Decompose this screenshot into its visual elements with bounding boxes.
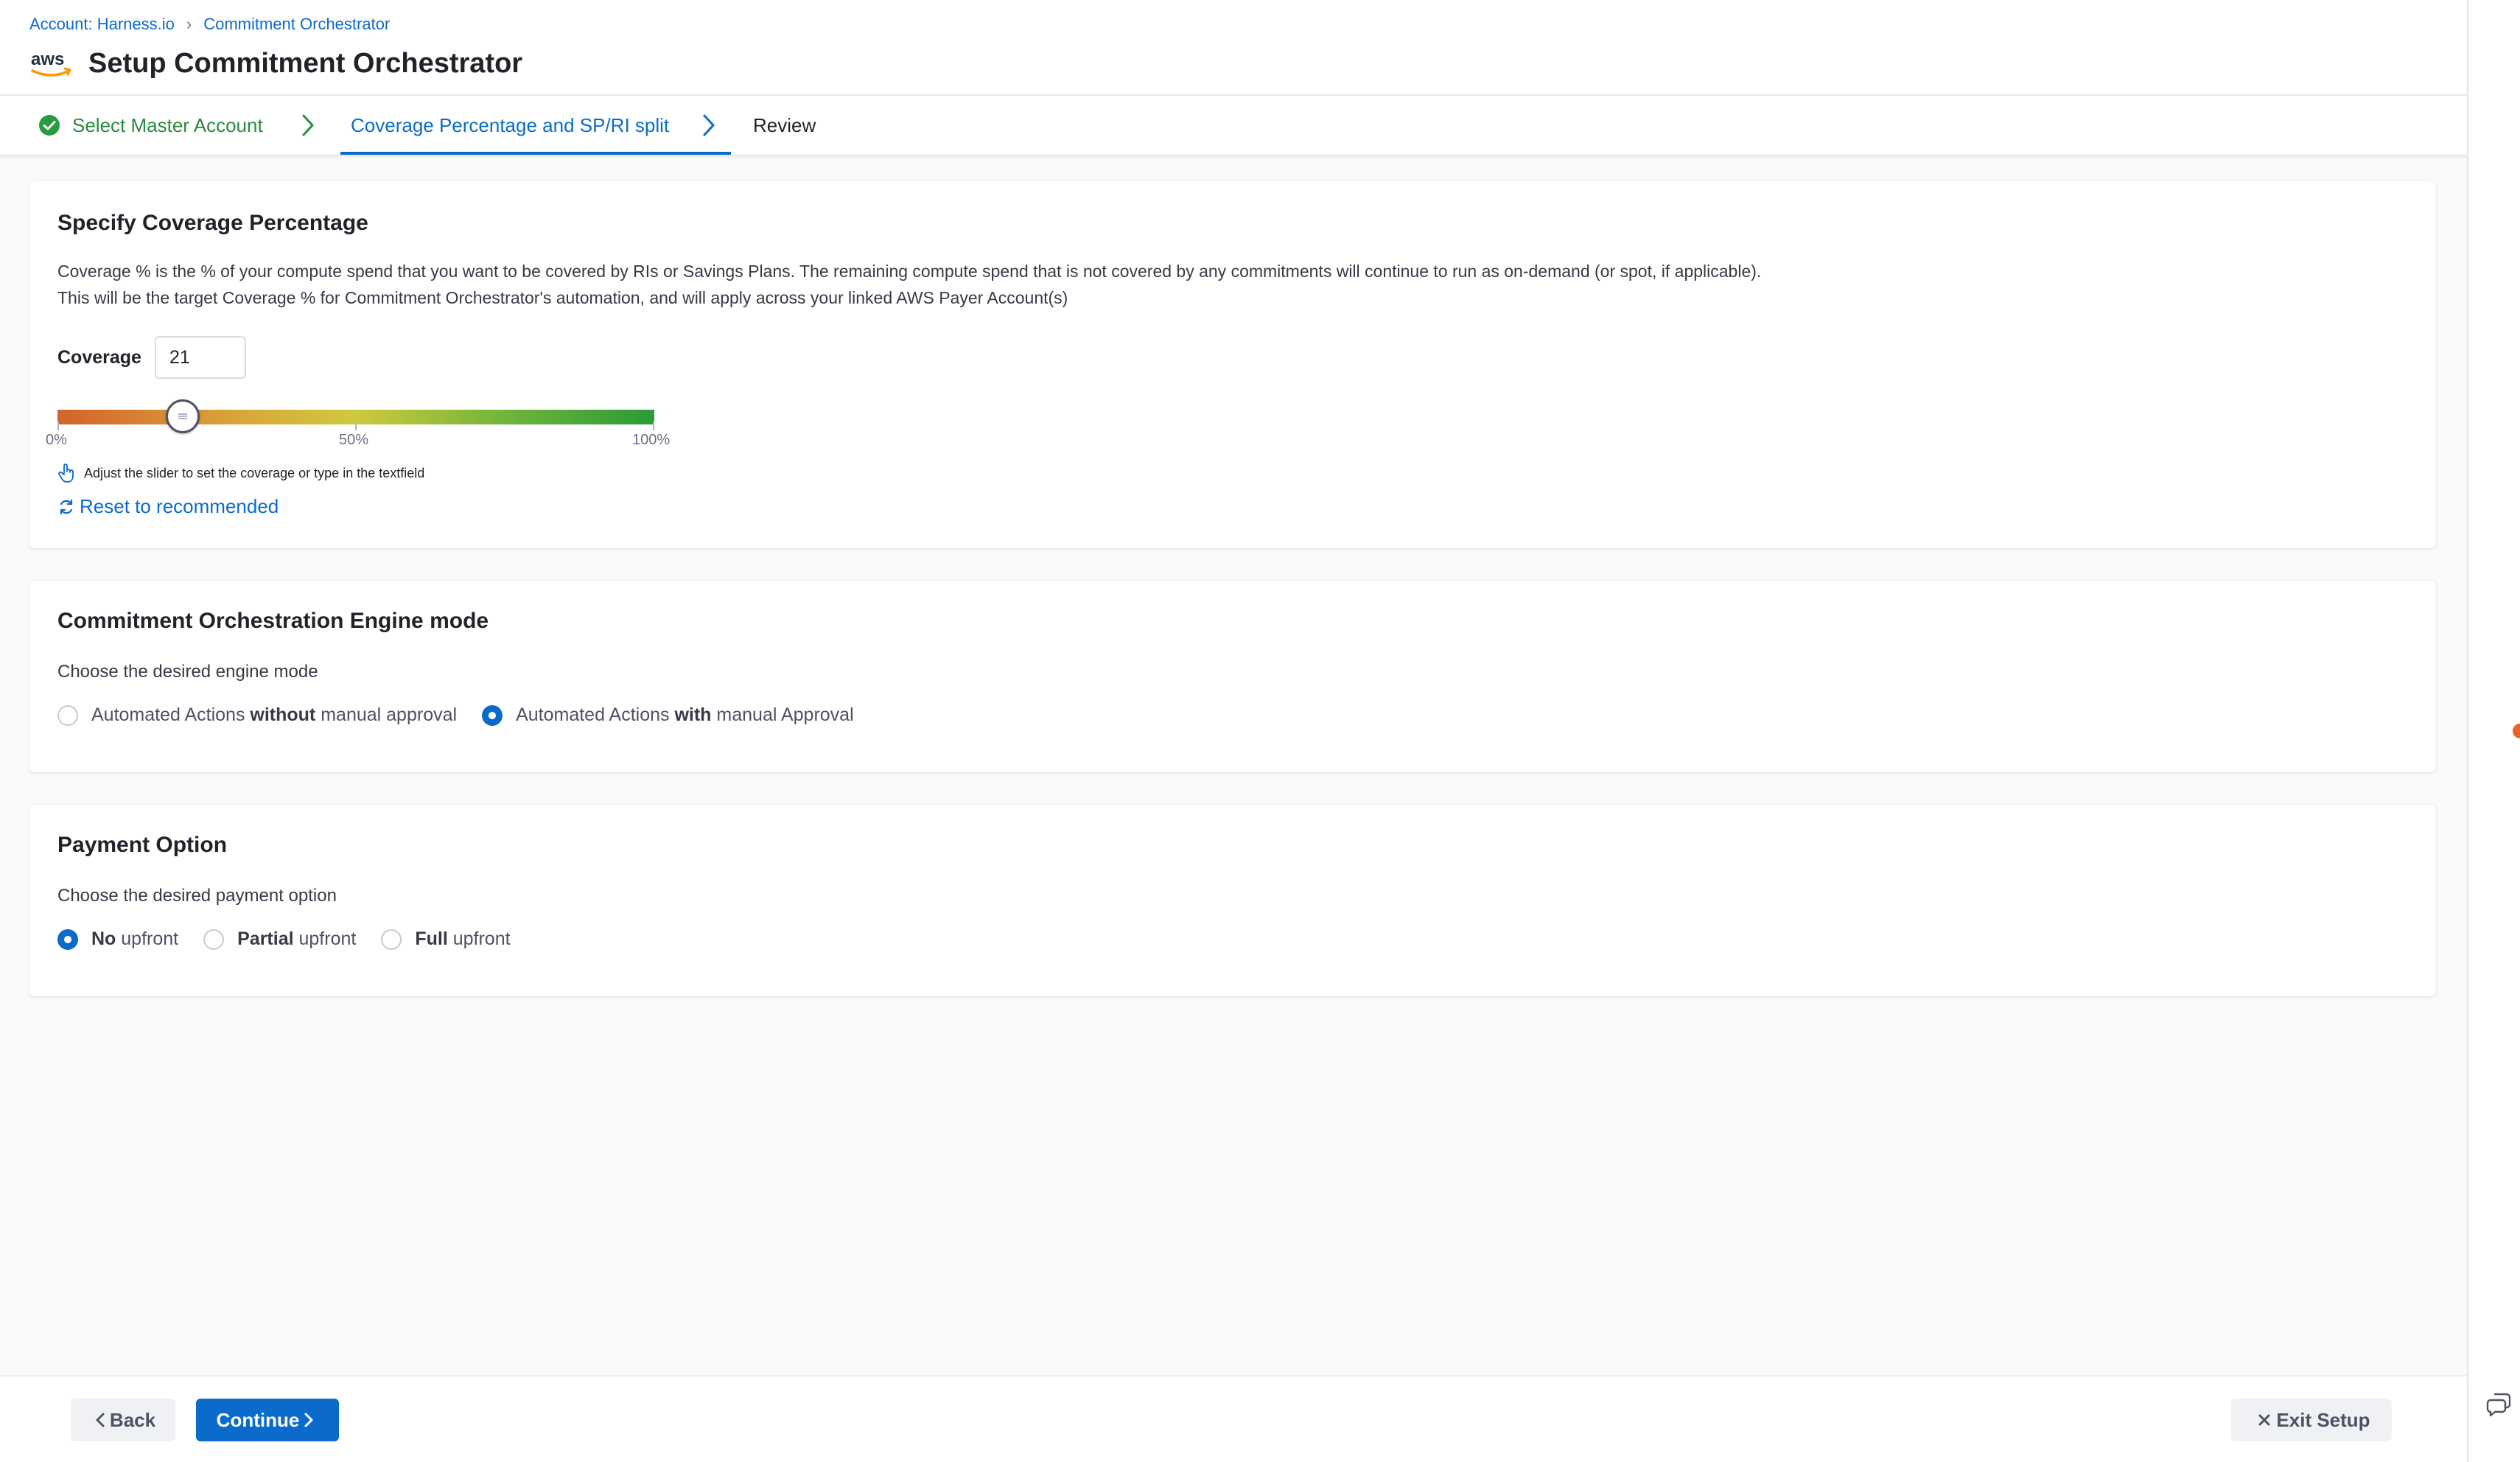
slider-tick [355, 422, 357, 430]
radio-circle[interactable] [57, 928, 78, 950]
right-rail [2467, 0, 2520, 1462]
breadcrumb-separator-icon: › [186, 15, 192, 33]
back-label: Back [109, 1408, 156, 1431]
chevron-right-icon [703, 114, 715, 136]
grip-lines-icon [178, 413, 188, 419]
coverage-card: Specify Coverage Percentage Coverage % i… [29, 181, 2436, 548]
radio-label-suffix: upfront [293, 928, 357, 949]
page: Account: Harness.io › Commitment Orchest… [0, 0, 2467, 1462]
radio-label-prefix: Automated Actions [516, 704, 675, 725]
reset-to-recommended-link[interactable]: Reset to recommended [57, 495, 279, 518]
coverage-slider-handle[interactable] [166, 399, 200, 433]
radio-label-emphasis: Partial [237, 928, 294, 949]
coverage-label: Coverage [57, 346, 141, 368]
engine-mode-card: Commitment Orchestration Engine mode Cho… [29, 581, 2436, 772]
card-title: Specify Coverage Percentage [57, 211, 368, 235]
radio-label-suffix: upfront [116, 928, 179, 949]
radio-circle[interactable] [482, 704, 503, 726]
radio-label-emphasis: without [250, 704, 316, 725]
continue-button[interactable]: Continue [196, 1399, 339, 1441]
refresh-icon [60, 499, 73, 514]
radio-label: Full upfront [415, 928, 510, 950]
slider-tick [57, 422, 59, 430]
radio-label-suffix: upfront [447, 928, 511, 949]
radio-without-approval[interactable]: Automated Actions without manual approva… [57, 704, 457, 726]
step-coverage-percentage[interactable]: Coverage Percentage and SP/RI split [351, 96, 669, 155]
chat-icon[interactable] [2485, 1388, 2514, 1418]
radio-label: No upfront [91, 928, 178, 950]
radio-label-suffix: manual Approval [711, 704, 854, 725]
exit-setup-button[interactable]: Exit Setup [2231, 1399, 2392, 1441]
step-review[interactable]: Review [753, 96, 816, 155]
step-label: Review [753, 113, 816, 136]
step-label: Coverage Percentage and SP/RI split [351, 113, 670, 136]
radio-label-emphasis: with [674, 704, 712, 725]
radio-label-prefix: Automated Actions [91, 704, 251, 725]
radio-no-upfront[interactable]: No upfront [57, 928, 178, 950]
engine-mode-subtitle: Choose the desired engine mode [57, 662, 318, 682]
exit-label: Exit Setup [2276, 1408, 2370, 1431]
card-title: Payment Option [57, 833, 228, 857]
svg-text:aws: aws [31, 49, 64, 69]
radio-label: Automated Actions without manual approva… [91, 704, 457, 726]
payment-option-card: Payment Option Choose the desired paymen… [29, 805, 2436, 996]
radio-label-suffix: manual approval [315, 704, 458, 725]
payment-option-radio-group: No upfront Partial upfront Full upfront [57, 928, 536, 950]
coverage-input[interactable] [154, 336, 246, 379]
close-icon [2258, 1414, 2270, 1426]
radio-label: Partial upfront [237, 928, 356, 950]
engine-mode-radio-group: Automated Actions without manual approva… [57, 704, 879, 726]
breadcrumb-account-link[interactable]: Account: Harness.io [29, 15, 175, 34]
slider-tick-label: 50% [339, 432, 369, 448]
slider-hint: Adjust the slider to set the coverage or… [57, 463, 424, 483]
coverage-description: Coverage % is the % of your compute spen… [57, 258, 1761, 311]
radio-label: Automated Actions with manual Approval [516, 704, 854, 726]
aws-logo-icon: aws [31, 49, 71, 77]
chevron-right-icon [304, 1413, 313, 1427]
radio-full-upfront[interactable]: Full upfront [381, 928, 511, 950]
check-circle-icon [39, 115, 60, 136]
radio-partial-upfront[interactable]: Partial upfront [203, 928, 356, 950]
hand-pointer-icon [58, 464, 74, 483]
slider-hint-text: Adjust the slider to set the coverage or… [84, 465, 425, 480]
wizard-footer: Back Continue Exit Setup [0, 1375, 2467, 1462]
page-title: Setup Commitment Orchestrator [88, 47, 523, 79]
breadcrumb-current-link[interactable]: Commitment Orchestrator [203, 15, 390, 34]
chevron-right-icon [302, 114, 314, 136]
slider-tick [653, 422, 654, 430]
continue-label: Continue [216, 1408, 300, 1431]
active-step-indicator [340, 152, 731, 155]
step-label: Select Master Account [72, 113, 263, 136]
radio-label-emphasis: No [91, 928, 116, 949]
reset-label: Reset to recommended [80, 495, 279, 517]
card-title: Commitment Orchestration Engine mode [57, 609, 489, 633]
page-header: Account: Harness.io › Commitment Orchest… [0, 0, 2467, 96]
wizard-stepper: Select Master Account Coverage Percentag… [0, 96, 2467, 156]
radio-circle[interactable] [203, 928, 225, 950]
coverage-row: Coverage [57, 336, 246, 379]
payment-option-subtitle: Choose the desired payment option [57, 886, 337, 906]
coverage-description-line-2: This will be the target Coverage % for C… [57, 288, 1068, 307]
back-button[interactable]: Back [71, 1399, 175, 1441]
notification-dot[interactable] [2513, 724, 2520, 738]
title-row: aws Setup Commitment Orchestrator [29, 47, 522, 80]
slider-tick-label: 0% [46, 432, 67, 448]
radio-with-approval[interactable]: Automated Actions with manual Approval [482, 704, 854, 726]
coverage-description-line-1: Coverage % is the % of your compute spen… [57, 262, 1762, 281]
radio-circle[interactable] [57, 704, 78, 726]
radio-label-emphasis: Full [415, 928, 448, 949]
chevron-left-icon [96, 1413, 105, 1427]
step-select-master-account[interactable]: Select Master Account [38, 96, 263, 155]
radio-circle[interactable] [381, 928, 402, 950]
slider-tick-label: 100% [632, 432, 671, 448]
breadcrumb: Account: Harness.io › Commitment Orchest… [29, 15, 390, 34]
